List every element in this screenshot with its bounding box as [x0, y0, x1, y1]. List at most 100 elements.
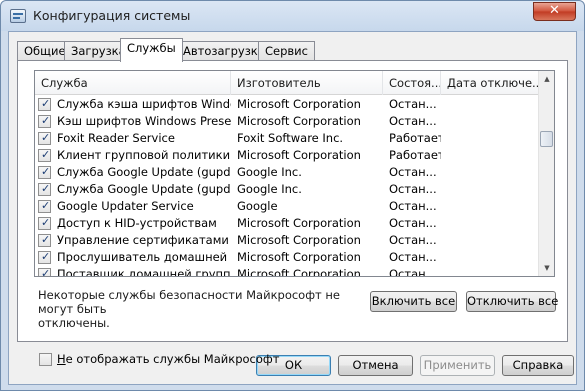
- tab-tools[interactable]: Сервис: [258, 41, 315, 61]
- service-disabled-date: [445, 130, 539, 147]
- help-button[interactable]: Справка: [502, 355, 574, 376]
- service-manufacturer: Microsoft Corporation: [237, 250, 361, 264]
- service-manufacturer: Microsoft Corporation: [237, 233, 361, 247]
- checkmark-icon: ✓: [41, 267, 51, 277]
- service-disabled-date: [445, 164, 539, 181]
- service-disabled-date: [445, 147, 539, 164]
- service-name: Google Updater Service: [57, 199, 194, 213]
- scroll-down-icon[interactable]: ▼: [539, 260, 554, 276]
- services-list-header: Служба Изготовитель Состоя... Дата отклю…: [35, 71, 539, 95]
- service-row[interactable]: ✓ Служба кэша шрифтов Windows Microsoft Co…: [35, 96, 539, 113]
- checkmark-icon: ✓: [41, 131, 51, 144]
- service-disabled-date: [445, 215, 539, 232]
- service-name: Поставщик домашней группы: [57, 267, 231, 277]
- service-status: Остан...: [389, 216, 437, 230]
- service-name: Служба Google Update (gupdate...: [57, 182, 231, 196]
- service-name: Служба Google Update (gupdate): [57, 165, 231, 179]
- service-status: Остан...: [389, 182, 437, 196]
- service-row[interactable]: ✓ Прослушиватель домашней гр... Microsoft …: [35, 249, 539, 266]
- service-row[interactable]: ✓ Служба Google Update (gupdate) Google In…: [35, 164, 539, 181]
- service-row[interactable]: ✓ Foxit Reader Service Foxit Software Inc.…: [35, 130, 539, 147]
- checkmark-icon: ✓: [41, 114, 51, 127]
- system-configuration-window: Конфигурация системы ✕ Общие Загрузка Сл…: [0, 0, 585, 391]
- checkmark-icon: ✓: [41, 216, 51, 229]
- service-manufacturer: Google: [237, 199, 278, 213]
- title-bar[interactable]: Конфигурация системы ✕: [1, 1, 584, 31]
- service-checkbox[interactable]: ✓: [38, 131, 51, 145]
- service-status: Остан...: [389, 250, 437, 264]
- window-title: Конфигурация системы: [33, 8, 191, 23]
- close-button[interactable]: ✕: [533, 2, 576, 21]
- checkmark-icon: ✓: [41, 233, 51, 246]
- tab-services[interactable]: Службы: [120, 38, 183, 62]
- disable-all-button[interactable]: Отключить все: [466, 291, 558, 312]
- checkmark-icon: ✓: [41, 182, 51, 195]
- service-manufacturer: Google Inc.: [237, 182, 302, 196]
- cancel-button[interactable]: Отмена: [338, 355, 413, 376]
- column-header-manufacturer[interactable]: Изготовитель: [231, 71, 383, 95]
- service-disabled-date: [445, 113, 539, 130]
- service-name: Управление сертификатами и ...: [57, 233, 231, 247]
- service-row[interactable]: ✓ Служба Google Update (gupdate... Google …: [35, 181, 539, 198]
- enable-all-button[interactable]: Включить все: [370, 291, 457, 312]
- apply-button[interactable]: Применить: [420, 355, 495, 376]
- service-manufacturer: Microsoft Corporation: [237, 114, 361, 128]
- service-checkbox[interactable]: ✓: [38, 233, 51, 247]
- hide-microsoft-services-box[interactable]: [39, 353, 52, 366]
- services-list[interactable]: Служба Изготовитель Состоя... Дата отклю…: [34, 70, 555, 277]
- service-name: Доступ к HID-устройствам: [57, 216, 217, 230]
- checkmark-icon: ✓: [41, 97, 51, 110]
- service-status: Остан...: [389, 114, 437, 128]
- close-icon: ✕: [549, 3, 560, 18]
- column-header-disabled-date[interactable]: Дата отключе...: [441, 71, 539, 95]
- checkmark-icon: ✓: [41, 199, 51, 212]
- checkmark-icon: ✓: [41, 165, 51, 178]
- service-status: Остан...: [389, 233, 437, 247]
- column-header-service[interactable]: Служба: [35, 71, 231, 95]
- service-name: Клиент групповой политики: [57, 148, 231, 162]
- hide-microsoft-services-label[interactable]: Не отображать службы Майкрософт: [57, 353, 279, 366]
- service-manufacturer: Foxit Software Inc.: [237, 131, 344, 145]
- service-row[interactable]: ✓ Кэш шрифтов Windows Present... Microsoft…: [35, 113, 539, 130]
- service-checkbox[interactable]: ✓: [38, 267, 51, 277]
- service-disabled-date: [445, 198, 539, 215]
- service-checkbox[interactable]: ✓: [38, 216, 51, 230]
- service-checkbox[interactable]: ✓: [38, 199, 51, 213]
- service-row[interactable]: ✓ Клиент групповой политики Microsoft Corp…: [35, 147, 539, 164]
- service-name: Служба кэша шрифтов Windows: [57, 97, 231, 111]
- checkmark-icon: ✓: [41, 250, 51, 263]
- service-disabled-date: [445, 266, 539, 276]
- service-status: Остан...: [389, 199, 437, 213]
- msconfig-app-icon: [10, 9, 26, 23]
- service-checkbox[interactable]: ✓: [38, 97, 51, 111]
- service-row[interactable]: ✓ Google Updater Service Google Остан...: [35, 198, 539, 215]
- service-row[interactable]: ✓ Управление сертификатами и ... Microsoft…: [35, 232, 539, 249]
- dialog-client-area: Общие Загрузка Службы Автозагрузка Серви…: [8, 31, 577, 385]
- column-header-status[interactable]: Состоя...: [383, 71, 441, 95]
- service-disabled-date: [445, 181, 539, 198]
- service-checkbox[interactable]: ✓: [38, 250, 51, 264]
- service-status: Остан...: [389, 165, 437, 179]
- service-checkbox[interactable]: ✓: [38, 165, 51, 179]
- service-manufacturer: Microsoft Corporation: [237, 148, 361, 162]
- service-disabled-date: [445, 249, 539, 266]
- service-checkbox[interactable]: ✓: [38, 148, 51, 162]
- service-checkbox[interactable]: ✓: [38, 114, 51, 128]
- service-row[interactable]: ✓ Поставщик домашней группы Microsoft Corp…: [35, 266, 539, 277]
- service-name: Foxit Reader Service: [57, 131, 175, 145]
- service-row[interactable]: ✓ Доступ к HID-устройствам Microsoft Corpo…: [35, 215, 539, 232]
- service-manufacturer: Microsoft Corporation: [237, 216, 361, 230]
- service-status: Остан...: [389, 267, 437, 277]
- note-line-1: Некоторые службы безопасности Майкрософт…: [38, 288, 340, 316]
- service-status: Остан...: [389, 97, 437, 111]
- security-services-note: Некоторые службы безопасности Майкрософт…: [38, 288, 378, 330]
- note-line-2: отключены.: [38, 316, 110, 330]
- scroll-thumb[interactable]: [540, 131, 553, 147]
- service-name: Кэш шрифтов Windows Present...: [57, 114, 231, 128]
- service-status: Работает: [389, 131, 441, 145]
- service-checkbox[interactable]: ✓: [38, 182, 51, 196]
- checkmark-icon: ✓: [41, 148, 51, 161]
- service-disabled-date: [445, 96, 539, 113]
- services-scrollbar[interactable]: ▲ ▼: [538, 71, 554, 276]
- scroll-up-icon[interactable]: ▲: [539, 71, 554, 87]
